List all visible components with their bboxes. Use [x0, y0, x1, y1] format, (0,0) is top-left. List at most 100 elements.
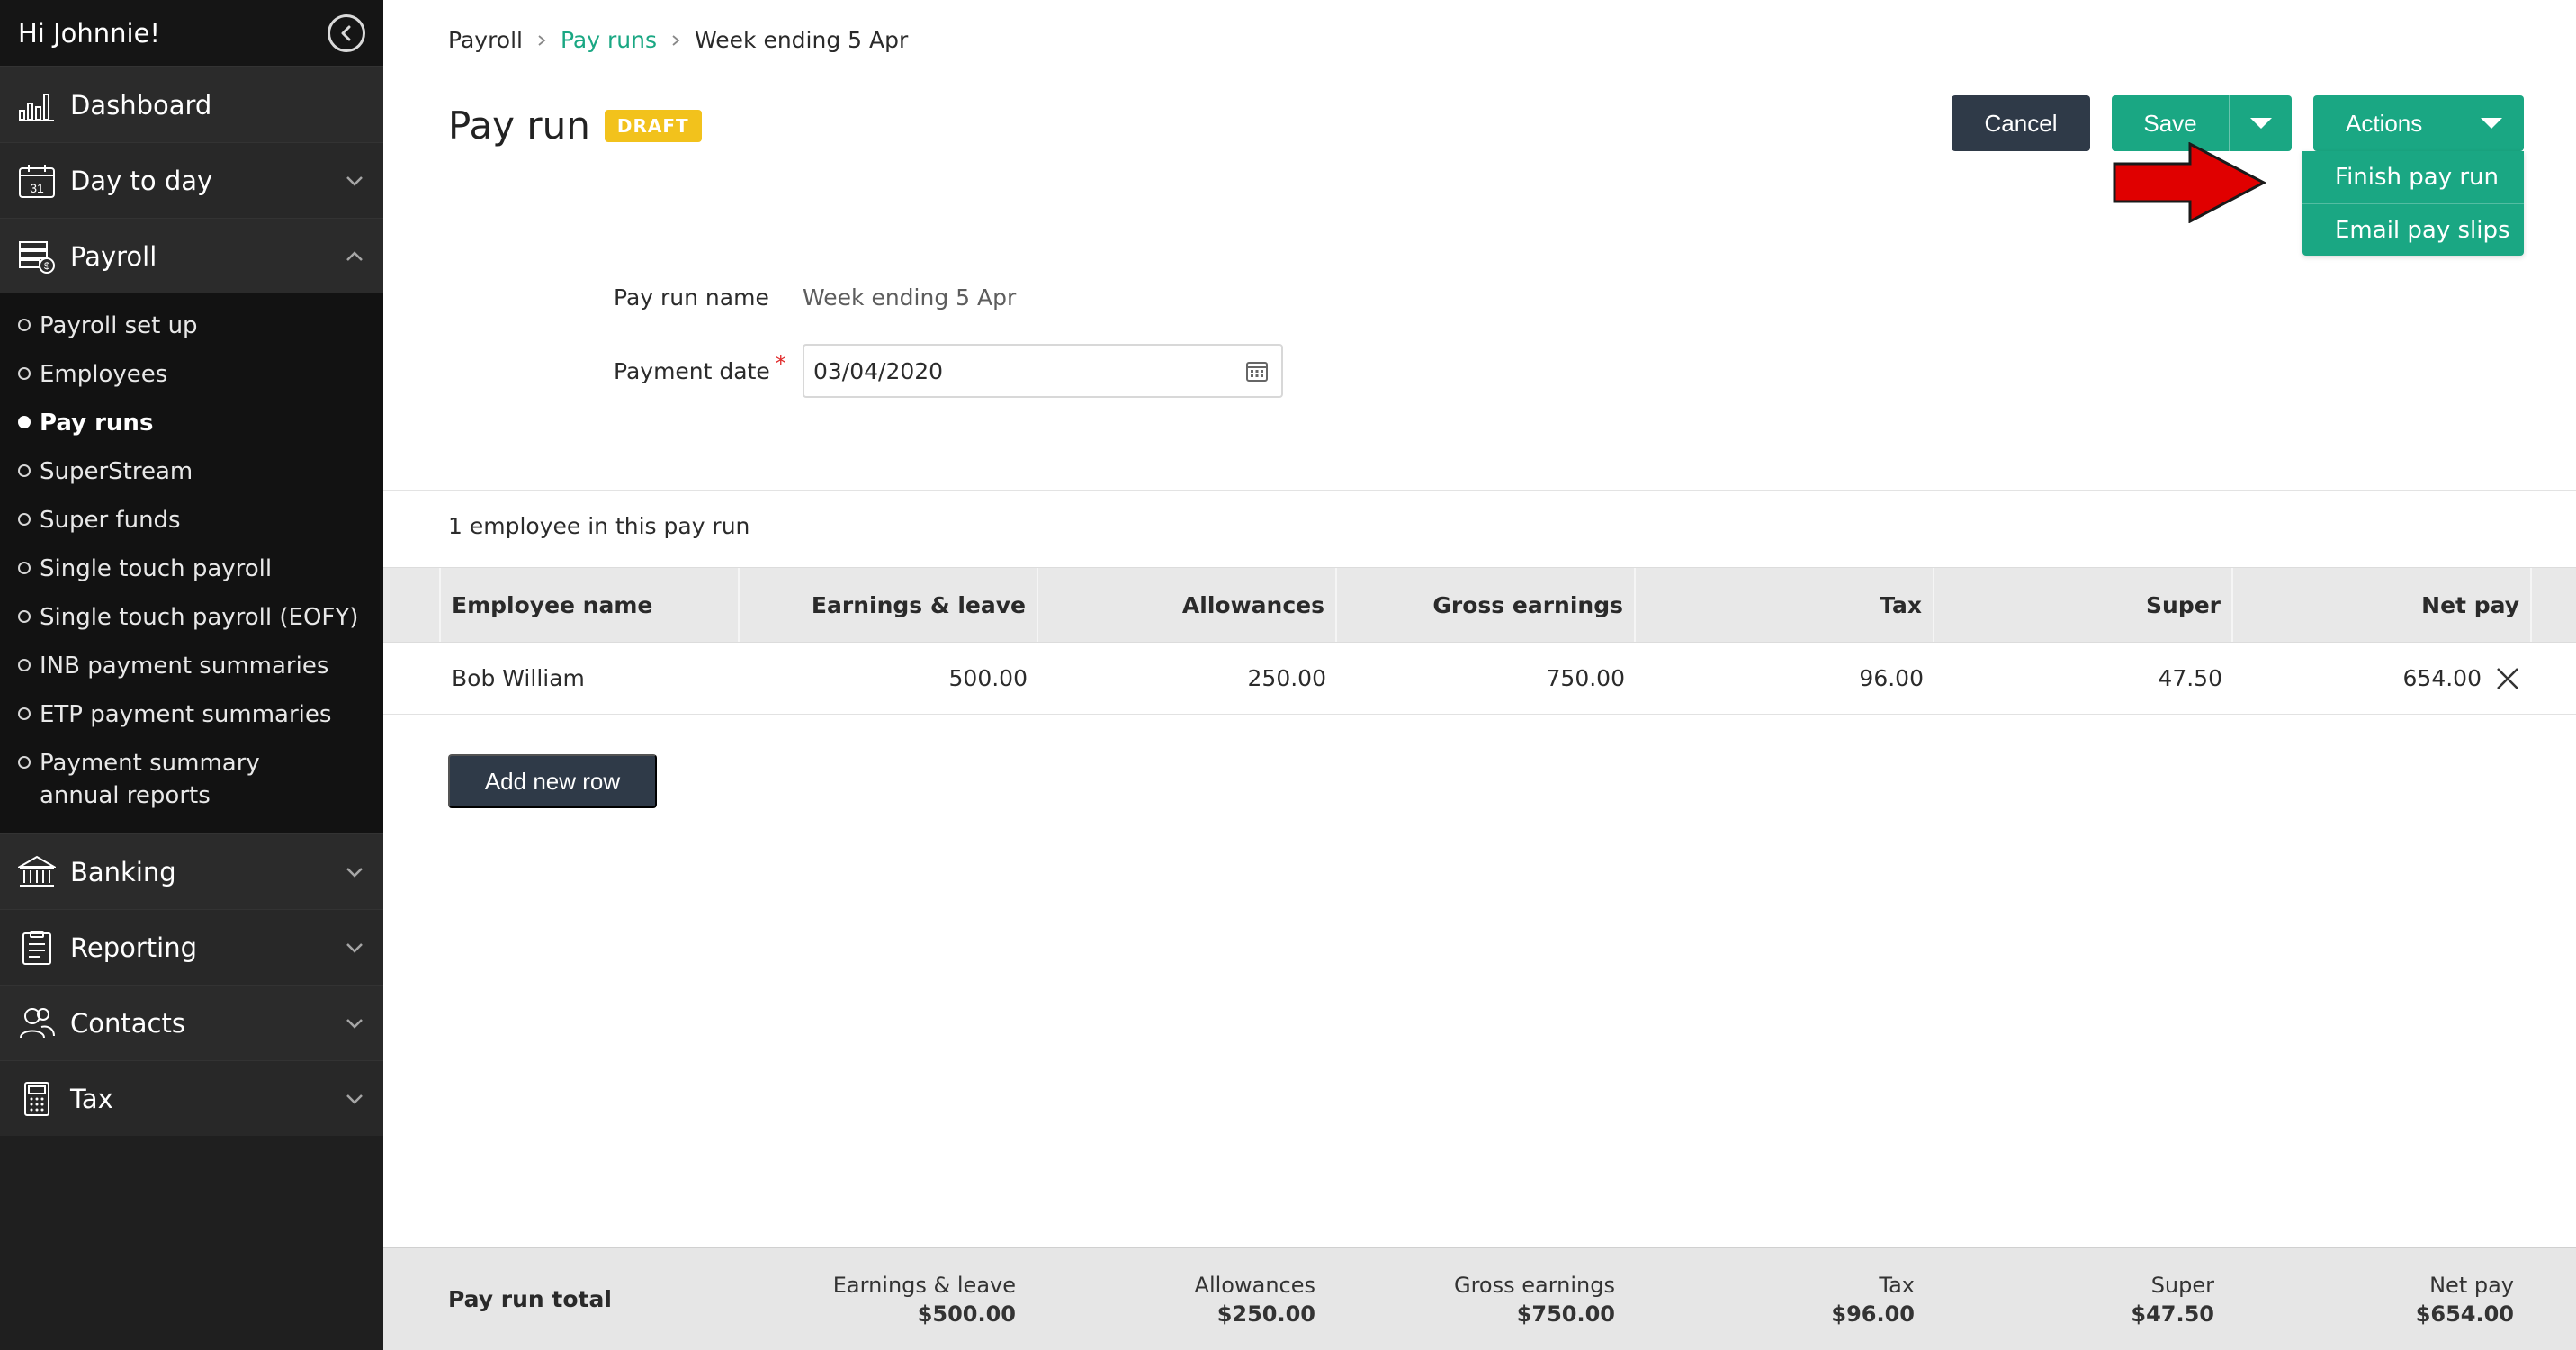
submenu-item[interactable]: Employees — [0, 358, 383, 407]
table-row[interactable]: Bob William 500.00 250.00 750.00 96.00 4… — [383, 643, 2576, 715]
sidebar-item-label: Dashboard — [70, 89, 212, 121]
submenu-item[interactable]: Single touch payroll (EOFY) — [0, 601, 383, 650]
menu-item-finish-pay-run[interactable]: Finish pay run — [2302, 151, 2524, 203]
submenu-item[interactable]: INB payment summaries — [0, 650, 383, 698]
submenu-item[interactable]: Payroll set up — [0, 310, 383, 358]
payment-date-value: 03/04/2020 — [813, 357, 944, 384]
chevron-up-icon — [346, 250, 363, 261]
calendar-day-number: 31 — [30, 181, 44, 195]
sidebar-item-contacts[interactable]: Contacts — [0, 985, 383, 1060]
pay-run-form: Pay run name Week ending 5 Apr Payment d… — [614, 270, 1283, 418]
total-net-pay: Net pay $654.00 — [2223, 1271, 2523, 1328]
table-header-cell: Super — [1934, 568, 2233, 642]
breadcrumb-pay-runs[interactable]: Pay runs — [561, 27, 657, 53]
caret-down-icon — [2250, 118, 2272, 129]
total-label: Tax — [1879, 1272, 1915, 1298]
cell-allowances[interactable]: 250.00 — [1038, 643, 1337, 714]
sidebar-item-label: Reporting — [70, 932, 197, 963]
payment-date-input[interactable]: 03/04/2020 — [803, 344, 1283, 398]
bullet-icon — [18, 319, 31, 331]
pay-run-name-value: Week ending 5 Apr — [803, 284, 1017, 310]
cell-super: 47.50 — [2158, 665, 2222, 691]
bank-icon — [18, 855, 56, 886]
chevron-down-icon — [346, 1018, 363, 1029]
caret-down-icon — [2481, 118, 2502, 129]
submenu-label: INB payment summaries — [40, 652, 329, 680]
sidebar: Hi Johnnie! Dashboard 31 Day to day $ Pa… — [0, 0, 383, 1350]
greeting-text: Hi Johnnie! — [18, 17, 161, 49]
net-pay-value: 654.00 — [2402, 665, 2482, 691]
payroll-submenu: Payroll set up Employees Pay runs SuperS… — [0, 293, 383, 833]
sidebar-item-label: Tax — [70, 1083, 113, 1114]
payment-date-row: Payment date * 03/04/2020 — [614, 344, 1283, 398]
submenu-item-active[interactable]: Pay runs — [0, 407, 383, 455]
sidebar-item-tax[interactable]: Tax — [0, 1060, 383, 1136]
cell-employee-name[interactable]: Bob William — [441, 643, 740, 714]
cancel-button[interactable]: Cancel — [1952, 95, 2090, 151]
sidebar-item-payroll[interactable]: $ Payroll — [0, 218, 383, 293]
total-tax: Tax $96.00 — [1624, 1271, 1924, 1328]
sidebar-item-label: Contacts — [70, 1007, 185, 1039]
app-root: Hi Johnnie! Dashboard 31 Day to day $ Pa… — [0, 0, 2576, 1350]
submenu-label: SuperStream — [40, 458, 193, 485]
sidebar-item-dashboard[interactable]: Dashboard — [0, 67, 383, 142]
cell-net-pay: 654.00 — [2233, 643, 2532, 714]
table-header-cell: Tax — [1636, 568, 1934, 642]
sidebar-item-label: Payroll — [70, 240, 157, 272]
sidebar-item-banking[interactable]: Banking — [0, 833, 383, 909]
calendar-icon[interactable] — [1245, 359, 1269, 382]
svg-text:$: $ — [44, 261, 49, 272]
submenu-item[interactable]: SuperStream — [0, 455, 383, 504]
actions-dropdown-wrapper: Actions Finish pay run Email pay slips — [2302, 95, 2524, 256]
sidebar-item-day-to-day[interactable]: 31 Day to day — [0, 142, 383, 218]
bullet-icon — [18, 756, 31, 769]
total-value: $654.00 — [2415, 1300, 2514, 1327]
total-label: Earnings & leave — [832, 1272, 1016, 1298]
total-allowances: Allowances $250.00 — [1025, 1271, 1324, 1328]
submenu-label: Payment summary annual reports — [40, 750, 260, 809]
status-badge: DRAFT — [604, 109, 702, 142]
payment-date-label-text: Payment date — [614, 357, 770, 384]
menu-item-email-pay-slips[interactable]: Email pay slips — [2302, 203, 2524, 256]
contacts-icon — [20, 1007, 55, 1038]
submenu-item[interactable]: Payment summary annual reports — [0, 747, 383, 823]
submenu-item[interactable]: Super funds — [0, 504, 383, 553]
cell-gross-earnings: 750.00 — [1546, 665, 1625, 691]
submenu-label: Pay runs — [40, 410, 154, 436]
sidebar-item-reporting[interactable]: Reporting — [0, 909, 383, 985]
table-header-cell: Net pay — [2233, 568, 2532, 642]
chevron-down-icon — [346, 176, 363, 186]
total-value: $47.50 — [2131, 1300, 2214, 1327]
sidebar-greeting: Hi Johnnie! — [0, 0, 383, 67]
breadcrumb-payroll[interactable]: Payroll — [448, 27, 523, 53]
sidebar-item-label: Banking — [70, 856, 176, 887]
submenu-item[interactable]: ETP payment summaries — [0, 698, 383, 747]
bullet-icon — [18, 513, 31, 526]
table-header-cell: Earnings & leave — [740, 568, 1038, 642]
calculator-icon — [24, 1081, 49, 1116]
chevron-down-icon — [346, 1094, 363, 1104]
pay-run-name-label: Pay run name — [614, 284, 769, 310]
pay-run-total-label: Pay run total — [448, 1286, 612, 1312]
page-title: Pay run — [448, 104, 590, 148]
bar-chart-icon — [19, 93, 54, 122]
total-value: $96.00 — [1831, 1300, 1915, 1327]
main-content: Payroll Pay runs Week ending 5 Apr Pay r… — [383, 0, 2576, 1350]
submenu-label: Payroll set up — [40, 312, 198, 339]
total-label: Net pay — [2429, 1272, 2514, 1298]
add-new-row-button[interactable]: Add new row — [448, 754, 657, 808]
collapse-sidebar-button[interactable] — [328, 14, 365, 52]
chevron-down-icon — [346, 942, 363, 953]
row-spacer — [383, 643, 441, 714]
total-value: $500.00 — [917, 1300, 1016, 1327]
employees-count: 1 employee in this pay run — [448, 513, 750, 539]
close-icon[interactable] — [2494, 665, 2521, 692]
cell-earnings-leave[interactable]: 500.00 — [740, 643, 1038, 714]
submenu-label: ETP payment summaries — [40, 701, 332, 728]
chevron-right-icon — [538, 34, 546, 46]
total-earnings-leave: Earnings & leave $500.00 — [725, 1271, 1025, 1328]
chevron-right-icon — [672, 34, 680, 46]
submenu-item[interactable]: Single touch payroll — [0, 553, 383, 601]
submenu-label: Single touch payroll (EOFY) — [40, 604, 359, 631]
actions-button[interactable]: Actions — [2313, 95, 2524, 151]
